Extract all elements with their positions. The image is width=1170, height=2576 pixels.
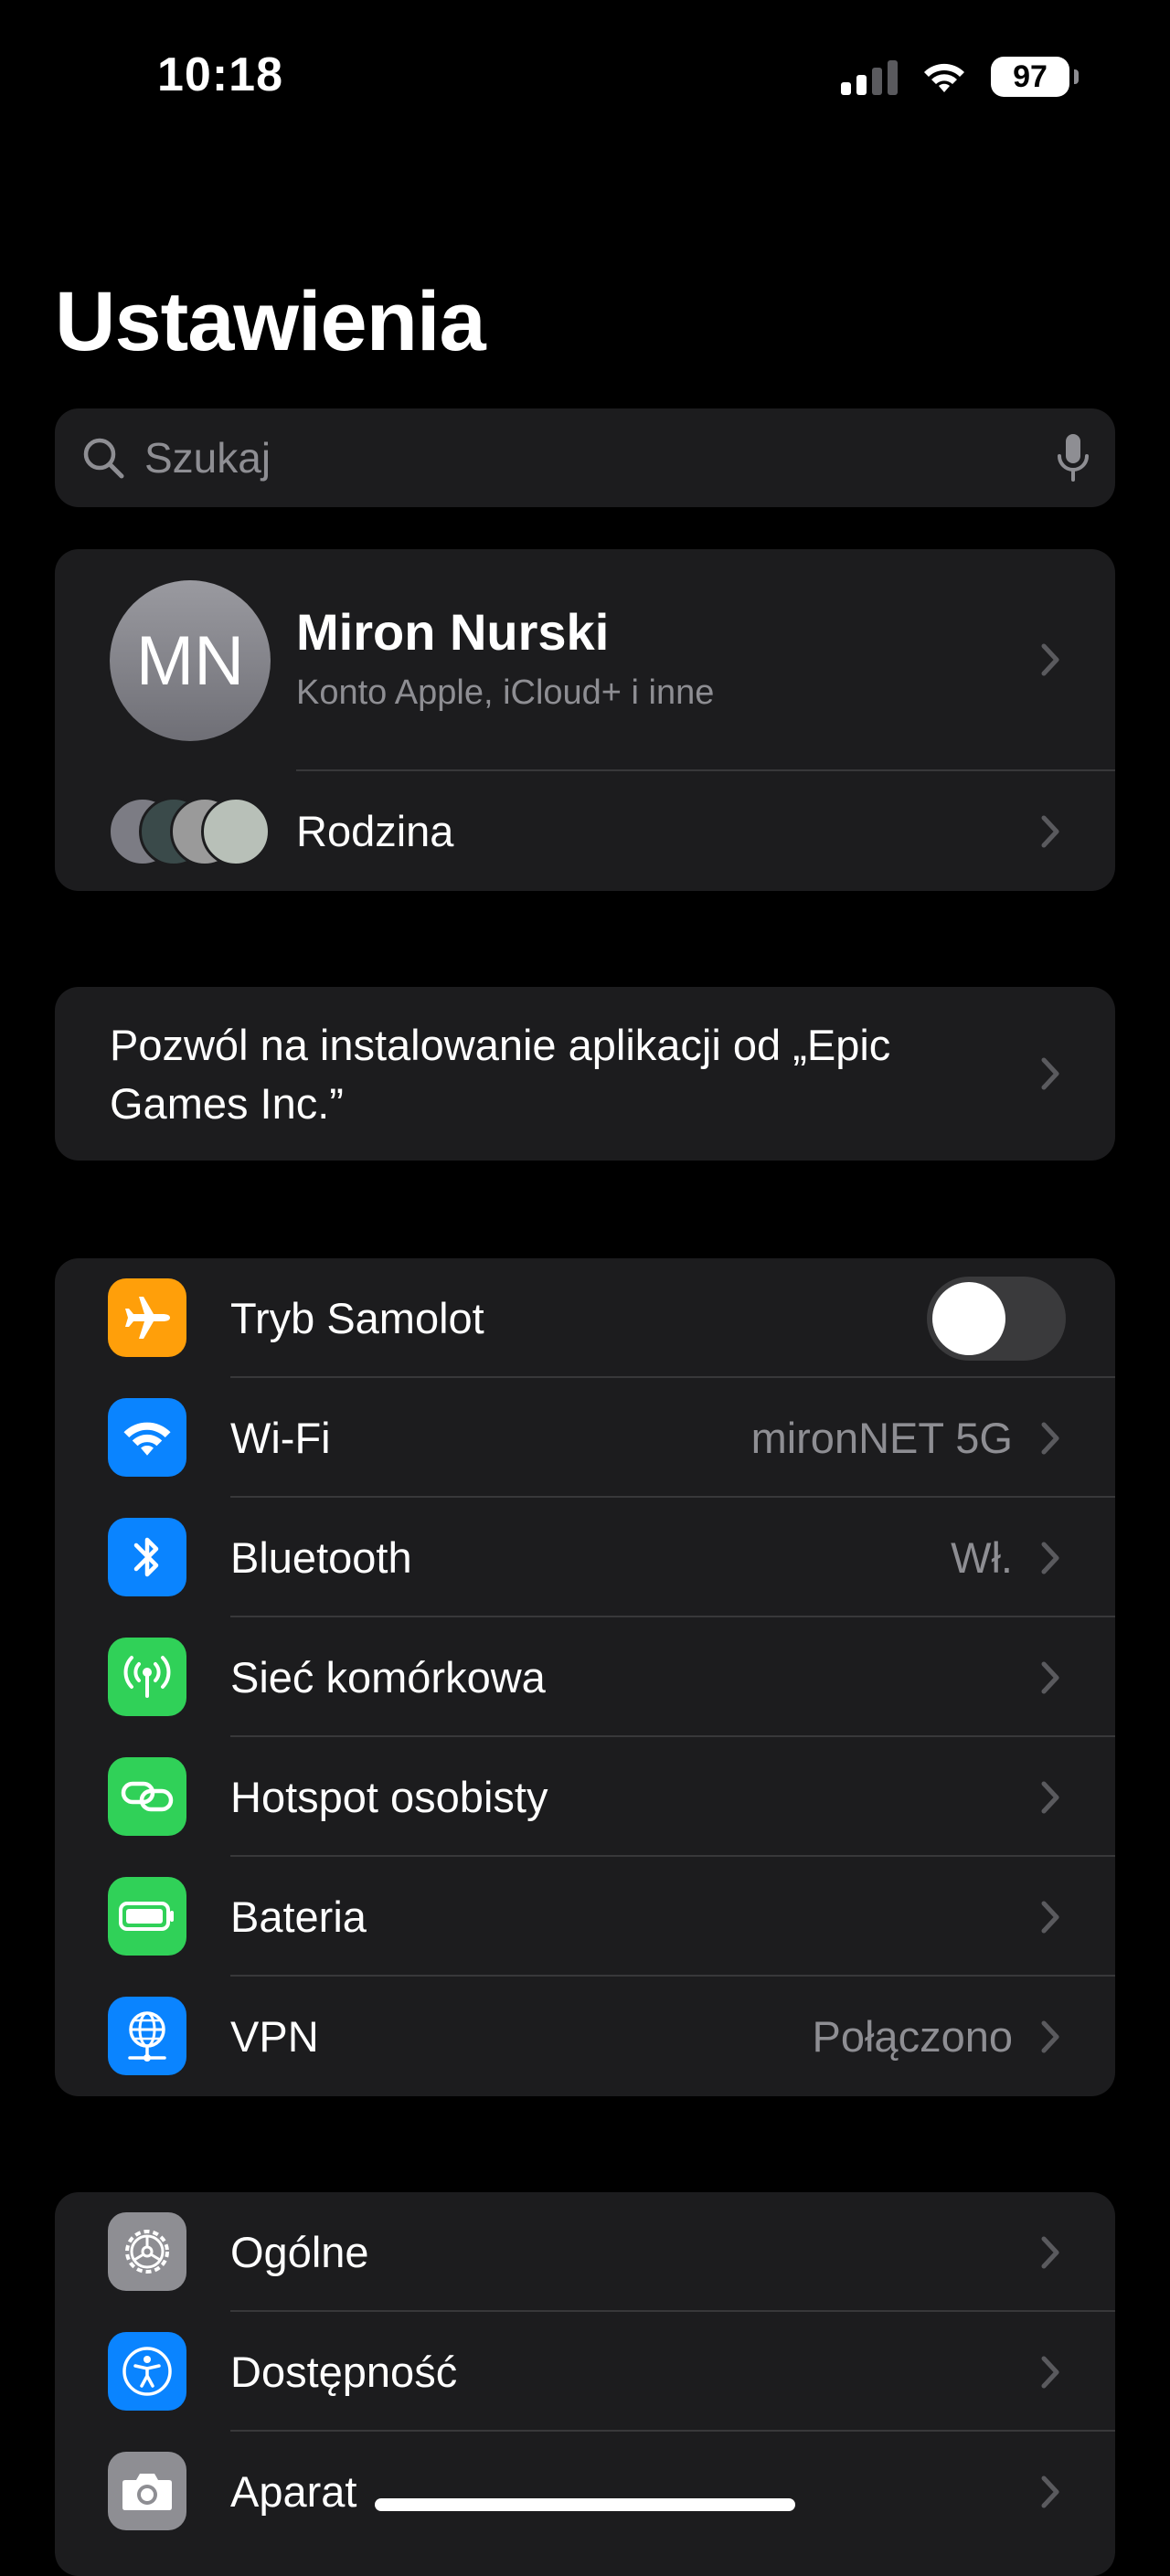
family-avatar-4 xyxy=(201,797,271,866)
chevron-right-icon xyxy=(1041,1422,1059,1454)
epic-games-prompt-text: Pozwól na instalowanie aplikacji od „Epi… xyxy=(110,1021,891,1128)
cellular-signal-icon xyxy=(841,58,898,95)
microphone-icon[interactable] xyxy=(1057,432,1090,483)
chevron-right-icon xyxy=(1041,643,1059,676)
wifi-icon xyxy=(108,1398,186,1477)
home-indicator[interactable] xyxy=(375,2498,795,2511)
chevron-right-icon xyxy=(1041,2236,1059,2268)
bluetooth-icon xyxy=(108,1518,186,1596)
profile-subtitle: Konto Apple, iCloud+ i inne xyxy=(296,673,715,712)
chevron-right-icon xyxy=(1041,1542,1059,1574)
wifi-value: mironNET 5G xyxy=(750,1414,1013,1462)
wifi-status-icon xyxy=(924,63,964,92)
battery-level: 97 xyxy=(1013,58,1048,94)
bluetooth-label: Bluetooth xyxy=(230,1533,412,1582)
accessibility-icon xyxy=(108,2332,186,2411)
gear-icon xyxy=(108,2212,186,2291)
hotspot-label: Hotspot osobisty xyxy=(230,1773,548,1821)
battery-row[interactable]: Bateria xyxy=(55,1857,1115,1977)
camera-label: Aparat xyxy=(230,2467,357,2516)
vpn-globe-icon xyxy=(108,1997,186,2075)
bluetooth-value: Wł. xyxy=(951,1533,1013,1582)
profile-group: MN Miron Nurski Konto Apple, iCloud+ i i… xyxy=(55,549,1115,891)
cellular-label: Sieć komórkowa xyxy=(230,1653,546,1701)
status-bar: 10:18 97 xyxy=(0,0,1170,155)
avatar: MN xyxy=(110,580,271,741)
chevron-right-icon xyxy=(1041,1901,1059,1933)
wifi-label: Wi-Fi xyxy=(230,1414,331,1462)
vpn-row[interactable]: VPN Połączono xyxy=(55,1977,1115,2096)
camera-row[interactable]: Aparat xyxy=(55,2432,1115,2551)
profile-row[interactable]: MN Miron Nurski Konto Apple, iCloud+ i i… xyxy=(55,549,1115,771)
cellular-antenna-icon xyxy=(108,1638,186,1716)
family-label: Rodzina xyxy=(296,807,454,855)
camera-icon xyxy=(108,2452,186,2530)
chevron-right-icon xyxy=(1041,2475,1059,2507)
bluetooth-row[interactable]: Bluetooth Wł. xyxy=(55,1498,1115,1617)
general-label: Ogólne xyxy=(230,2228,369,2276)
airplane-mode-label: Tryb Samolot xyxy=(230,1294,484,1342)
page-title: Ustawienia xyxy=(55,275,486,368)
battery-icon xyxy=(108,1877,186,1956)
toggle-knob xyxy=(932,1282,1005,1355)
battery-label: Bateria xyxy=(230,1892,367,1941)
epic-games-install-row[interactable]: Pozwól na instalowanie aplikacji od „Epi… xyxy=(55,987,1115,1161)
airplane-mode-row: Tryb Samolot xyxy=(55,1258,1115,1378)
chevron-right-icon xyxy=(1041,1057,1059,1090)
general-group: Ogólne Dostępność Aparat xyxy=(55,2192,1115,2576)
hotspot-chain-icon xyxy=(108,1757,186,1836)
profile-name: Miron Nurski xyxy=(296,603,610,661)
avatar-initials: MN xyxy=(135,621,245,700)
cellular-row[interactable]: Sieć komórkowa xyxy=(55,1617,1115,1737)
chevron-right-icon xyxy=(1041,2356,1059,2388)
chevron-right-icon xyxy=(1041,1661,1059,1693)
search-icon xyxy=(83,438,124,479)
accessibility-row[interactable]: Dostępność xyxy=(55,2312,1115,2432)
status-icons: 97 xyxy=(841,57,1079,97)
wifi-row[interactable]: Wi-Fi mironNET 5G xyxy=(55,1378,1115,1498)
chevron-right-icon xyxy=(1041,1781,1059,1813)
connectivity-group: Tryb Samolot Wi-Fi mironNET 5G Bluetooth… xyxy=(55,1258,1115,2096)
family-avatars xyxy=(108,797,271,866)
chevron-right-icon xyxy=(1041,815,1059,847)
family-row[interactable]: Rodzina xyxy=(55,771,1115,891)
search-field[interactable]: Szukaj xyxy=(55,408,1115,507)
status-time: 10:18 xyxy=(157,48,283,101)
battery-status-icon: 97 xyxy=(991,57,1079,97)
vpn-label: VPN xyxy=(230,2012,319,2061)
vpn-value: Połączono xyxy=(812,2012,1014,2061)
accessibility-label: Dostępność xyxy=(230,2348,458,2396)
airplane-mode-toggle[interactable] xyxy=(927,1277,1066,1361)
search-placeholder: Szukaj xyxy=(144,434,271,482)
general-row[interactable]: Ogólne xyxy=(55,2192,1115,2312)
chevron-right-icon xyxy=(1041,2020,1059,2052)
hotspot-row[interactable]: Hotspot osobisty xyxy=(55,1737,1115,1857)
airplane-icon xyxy=(108,1278,186,1357)
